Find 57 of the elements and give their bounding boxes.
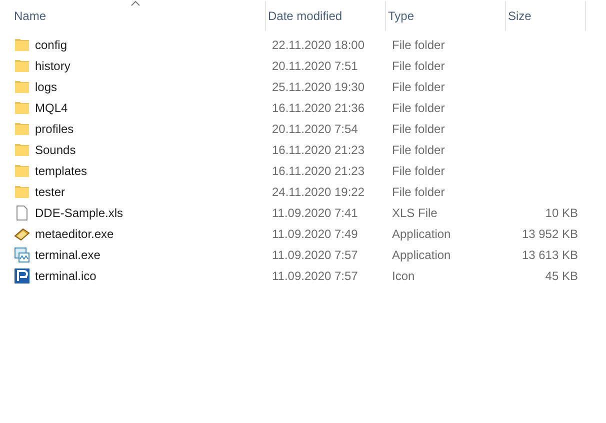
document-icon — [14, 204, 30, 220]
column-header[interactable]: Size — [506, 1, 586, 31]
file-size: 13 613 KB — [522, 248, 578, 262]
chart-window-icon — [14, 246, 30, 262]
sort-caret-icon — [131, 0, 140, 6]
file-type: File folder — [392, 164, 445, 178]
file-name[interactable]: profiles — [35, 122, 74, 136]
date-modified: 24.11.2020 19:22 — [272, 184, 365, 198]
date-modified: 25.11.2020 19:30 — [272, 80, 365, 94]
book-icon — [14, 226, 30, 242]
file-name[interactable]: history — [35, 58, 70, 72]
date-modified: 11.09.2020 7:49 — [272, 226, 358, 240]
file-name[interactable]: terminal.ico — [35, 268, 96, 282]
date-modified: 11.09.2020 7:57 — [272, 268, 358, 282]
folder-icon — [14, 142, 30, 158]
file-size: 45 KB — [545, 268, 578, 282]
column-header[interactable]: Name — [12, 1, 266, 31]
file-name[interactable]: logs — [35, 80, 58, 94]
date-modified: 16.11.2020 21:23 — [272, 164, 365, 178]
file-type: File folder — [392, 58, 445, 72]
file-type: File folder — [392, 100, 445, 114]
file-type: XLS File — [392, 206, 438, 220]
file-name[interactable]: DDE-Sample.xls — [35, 206, 124, 220]
folder-icon — [14, 120, 30, 136]
file-name[interactable]: Sounds — [35, 142, 76, 156]
file-size: 10 KB — [545, 206, 578, 220]
folder-icon — [14, 78, 30, 94]
file-type: Application — [392, 248, 451, 262]
date-modified: 11.09.2020 7:41 — [272, 206, 358, 220]
file-name[interactable]: templates — [35, 164, 88, 178]
file-type: File folder — [392, 184, 445, 198]
column-header[interactable]: Type — [386, 1, 506, 31]
file-type: File folder — [392, 142, 445, 156]
file-name[interactable]: tester — [35, 184, 66, 198]
date-modified: 20.11.2020 7:54 — [272, 122, 358, 136]
column-header[interactable]: Date modified — [266, 1, 386, 31]
file-name[interactable]: terminal.exe — [35, 248, 100, 262]
folder-icon — [14, 36, 30, 52]
app-logo-icon — [14, 268, 30, 284]
file-type: File folder — [392, 80, 445, 94]
folder-icon — [14, 162, 30, 178]
file-type: File folder — [392, 38, 445, 52]
file-name[interactable]: MQL4 — [35, 100, 68, 114]
date-modified: 20.11.2020 7:51 — [272, 58, 358, 72]
file-name[interactable]: config — [35, 38, 68, 52]
date-modified: 16.11.2020 21:36 — [272, 100, 365, 114]
folder-icon — [14, 184, 30, 200]
file-type: Icon — [392, 268, 415, 282]
date-modified: 22.11.2020 18:00 — [272, 38, 365, 52]
folder-icon — [14, 58, 30, 74]
date-modified: 11.09.2020 7:57 — [272, 248, 358, 262]
folder-icon — [14, 100, 30, 116]
file-size: 13 952 KB — [522, 226, 578, 240]
file-type: Application — [392, 226, 451, 240]
date-modified: 16.11.2020 21:23 — [272, 142, 365, 156]
file-name[interactable]: metaeditor.exe — [35, 226, 114, 240]
file-type: File folder — [392, 122, 445, 136]
